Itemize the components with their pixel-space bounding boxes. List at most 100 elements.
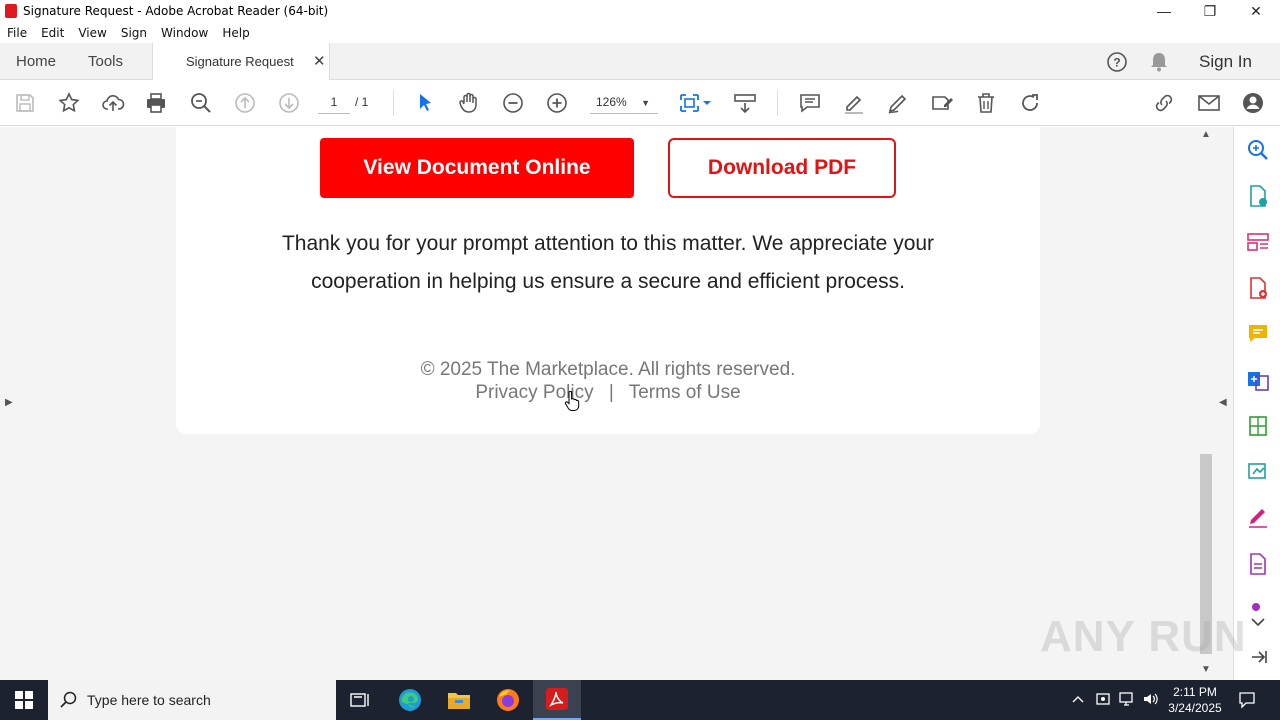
security-shield-icon[interactable] bbox=[1095, 691, 1111, 707]
thank-you-line-2: cooperation in helping us ensure a secur… bbox=[311, 270, 905, 293]
menu-view[interactable]: View bbox=[71, 22, 113, 43]
left-panel-toggle-icon[interactable]: ▶ bbox=[5, 397, 13, 408]
scroll-down-icon[interactable]: ▼ bbox=[1201, 664, 1211, 675]
page-number-input[interactable]: 1 bbox=[318, 92, 350, 114]
edit-pdf-icon[interactable] bbox=[1246, 552, 1270, 576]
search-icon bbox=[60, 691, 78, 709]
edit-text-icon[interactable] bbox=[930, 91, 954, 115]
vertical-scrollbar[interactable]: ▲ ▼ bbox=[1197, 127, 1215, 680]
tray-overflow-chevron-icon[interactable] bbox=[1071, 692, 1085, 706]
toolbar: 1 / 1 126% ▼ bbox=[0, 80, 1280, 126]
send-for-review-icon[interactable] bbox=[1246, 460, 1270, 484]
hand-pointer-cursor-icon bbox=[564, 390, 580, 411]
footer-links: Privacy Policy | Terms of Use bbox=[176, 382, 1040, 404]
zoom-level-value: 126% bbox=[596, 95, 627, 109]
tab-document[interactable]: Signature Request ✕ bbox=[152, 43, 330, 80]
notifications-bell-icon[interactable] bbox=[1149, 51, 1169, 73]
next-page-icon[interactable] bbox=[277, 91, 301, 115]
highlight-pen-icon[interactable] bbox=[842, 91, 866, 115]
zoom-out-icon[interactable] bbox=[501, 91, 525, 115]
comment-icon[interactable] bbox=[798, 91, 822, 115]
close-tab-icon[interactable]: ✕ bbox=[313, 52, 326, 70]
footer-separator: | bbox=[608, 382, 614, 403]
network-icon[interactable] bbox=[1118, 691, 1136, 707]
more-tools-icon[interactable] bbox=[1246, 595, 1270, 611]
zoom-in-icon[interactable] bbox=[545, 91, 569, 115]
expand-tools-chevron-icon[interactable] bbox=[1246, 611, 1270, 627]
thank-you-message: Thank you for your prompt attention to t… bbox=[216, 225, 1000, 301]
menu-window[interactable]: Window bbox=[154, 22, 215, 43]
search-placeholder: Type here to search bbox=[87, 692, 211, 708]
draw-pen-icon[interactable] bbox=[886, 91, 910, 115]
clock-date: 3/24/2025 bbox=[1168, 701, 1222, 715]
toolbar-divider bbox=[393, 90, 394, 116]
start-button[interactable] bbox=[0, 680, 48, 720]
print-icon[interactable] bbox=[144, 91, 168, 115]
file-explorer-icon[interactable] bbox=[435, 680, 483, 720]
sign-in-link[interactable]: Sign In bbox=[1199, 52, 1252, 72]
view-document-online-button[interactable]: View Document Online bbox=[320, 138, 634, 198]
help-icon[interactable]: ? bbox=[1106, 51, 1128, 73]
svg-text:?: ? bbox=[1113, 56, 1120, 70]
acrobat-taskbar-icon[interactable] bbox=[533, 680, 581, 720]
zoom-level-dropdown[interactable]: 126% ▼ bbox=[590, 92, 658, 114]
collapse-panel-icon[interactable] bbox=[1246, 645, 1270, 669]
acrobat-app-icon bbox=[5, 4, 17, 18]
upload-cloud-icon[interactable] bbox=[101, 91, 125, 115]
previous-page-icon[interactable] bbox=[233, 91, 257, 115]
terms-of-use-link[interactable]: Terms of Use bbox=[629, 382, 741, 403]
chevron-down-icon: ▼ bbox=[641, 98, 650, 108]
scroll-up-icon[interactable]: ▲ bbox=[1201, 129, 1211, 140]
scroll-mode-icon[interactable] bbox=[733, 91, 757, 115]
firefox-browser-icon[interactable] bbox=[484, 680, 532, 720]
bookmark-star-icon[interactable] bbox=[57, 91, 81, 115]
window-title: Signature Request - Adobe Acrobat Reader… bbox=[23, 4, 329, 18]
action-center-notifications-icon[interactable] bbox=[1238, 691, 1256, 709]
menu-help[interactable]: Help bbox=[215, 22, 256, 43]
menu-edit[interactable]: Edit bbox=[34, 22, 71, 43]
fill-and-sign-icon[interactable] bbox=[1246, 506, 1270, 530]
thank-you-line-1: Thank you for your prompt attention to t… bbox=[281, 232, 935, 255]
hand-tool-icon[interactable] bbox=[457, 91, 481, 115]
comment-panel-icon[interactable] bbox=[1246, 322, 1270, 346]
menu-bar: File Edit View Sign Window Help bbox=[0, 22, 1280, 43]
edge-browser-icon[interactable] bbox=[386, 680, 434, 720]
share-link-icon[interactable] bbox=[1152, 91, 1176, 115]
account-user-icon[interactable] bbox=[1241, 91, 1265, 115]
watermark-logo: ANY RUN bbox=[1040, 612, 1247, 661]
clock-time: 2:11 PM bbox=[1173, 685, 1217, 699]
fit-page-icon[interactable] bbox=[678, 91, 714, 115]
system-clock[interactable]: 2:11 PM 3/24/2025 bbox=[1164, 684, 1226, 716]
tab-tools[interactable]: Tools bbox=[88, 53, 123, 70]
volume-speaker-icon[interactable] bbox=[1142, 691, 1160, 707]
tab-home[interactable]: Home bbox=[16, 53, 56, 70]
search-pdf-icon[interactable] bbox=[1246, 138, 1270, 162]
tab-bar: Home Tools Signature Request ✕ ? Sign In bbox=[0, 43, 1280, 80]
save-icon[interactable] bbox=[13, 91, 37, 115]
create-pdf-icon[interactable] bbox=[1246, 276, 1270, 300]
windows-taskbar: Type here to search 2:11 PM 3/24/2025 bbox=[0, 680, 1280, 720]
task-view-icon[interactable] bbox=[336, 680, 384, 720]
download-pdf-button[interactable]: Download PDF bbox=[668, 138, 896, 198]
compress-pdf-icon[interactable] bbox=[1246, 414, 1270, 438]
close-window-button[interactable]: ✕ bbox=[1233, 0, 1279, 22]
right-panel-toggle-icon[interactable]: ◀ bbox=[1219, 397, 1227, 408]
combine-files-icon[interactable] bbox=[1246, 368, 1270, 392]
minimize-button[interactable]: — bbox=[1141, 0, 1187, 22]
taskbar-search-box[interactable]: Type here to search bbox=[48, 680, 336, 720]
export-pdf-icon[interactable] bbox=[1246, 184, 1270, 208]
pdf-page: View Document Online Download PDF Thank … bbox=[176, 127, 1040, 434]
rotate-icon[interactable] bbox=[1018, 91, 1042, 115]
organize-pages-icon[interactable] bbox=[1246, 230, 1270, 254]
select-cursor-icon[interactable] bbox=[413, 91, 437, 115]
menu-file[interactable]: File bbox=[0, 22, 34, 43]
delete-trash-icon[interactable] bbox=[974, 91, 998, 115]
toolbar-divider bbox=[777, 90, 778, 116]
email-icon[interactable] bbox=[1197, 91, 1221, 115]
tab-document-label: Signature Request bbox=[186, 54, 294, 69]
copyright-notice: © 2025 The Marketplace. All rights reser… bbox=[420, 359, 796, 380]
menu-sign[interactable]: Sign bbox=[114, 22, 154, 43]
zoom-search-icon[interactable] bbox=[189, 91, 213, 115]
document-viewport[interactable]: ▶ View Document Online Download PDF Than… bbox=[0, 127, 1233, 680]
restore-button[interactable]: ❐ bbox=[1187, 0, 1233, 22]
